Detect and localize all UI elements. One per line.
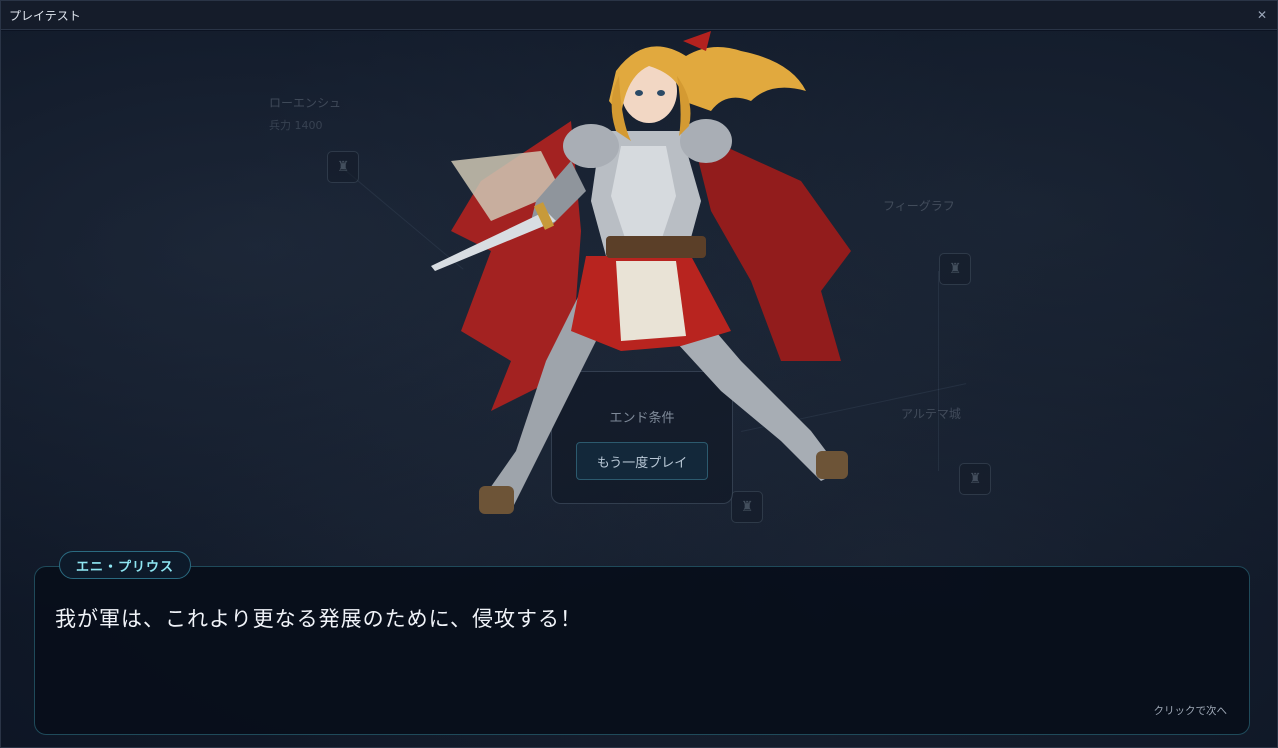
map-node-label: フィーグラフ [883,199,955,213]
title-bar: プレイテスト ✕ [1,1,1277,30]
knight-character-portrait [431,31,851,514]
close-icon[interactable]: ✕ [1255,8,1269,22]
playtest-window: プレイテスト ✕ ローエンシュ 兵力 1400 ♜ フィーグラフ ♜ アルテマ城… [0,0,1278,748]
dialogue-box[interactable] [34,566,1250,735]
dialogue-text: 我が軍は、これより更なる発展のために、侵攻する！ [55,607,582,631]
map-node-label: アルテマ城 [901,407,961,421]
speaker-name-tag: エニ・プリウス [59,551,192,579]
map-node-sub: 兵力 1400 [269,119,323,132]
map-route [938,271,939,471]
game-stage[interactable]: ローエンシュ 兵力 1400 ♜ フィーグラフ ♜ アルテマ城 ♜ ♜ エンド条… [1,31,1277,747]
castle-icon[interactable]: ♜ [939,253,971,285]
window-title: プレイテスト [9,8,81,23]
castle-icon[interactable]: ♜ [959,463,991,495]
castle-icon[interactable]: ♜ [327,151,359,183]
click-to-continue-hint: クリックで次へ [1153,705,1228,717]
map-node-label: ローエンシュ [269,96,342,110]
